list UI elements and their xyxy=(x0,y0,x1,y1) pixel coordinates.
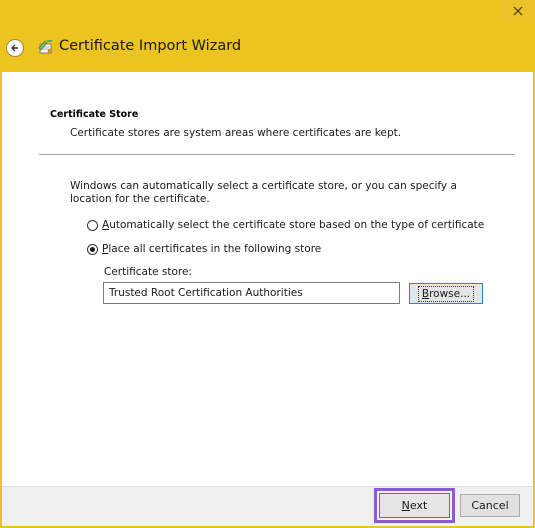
radio-auto-label: Automatically select the certificate sto… xyxy=(102,219,485,231)
back-button[interactable] xyxy=(6,39,24,57)
cancel-button[interactable]: Cancel xyxy=(460,494,520,517)
browse-label: Browse... xyxy=(417,285,475,302)
info-text: Windows can automatically select a certi… xyxy=(70,180,457,205)
wizard-window: Certificate Import Wizard Certificate St… xyxy=(0,0,535,528)
wizard-content: Certificate Store Certificate stores are… xyxy=(2,72,533,486)
next-button[interactable]: Next xyxy=(379,493,450,518)
close-icon xyxy=(513,6,522,16)
certificate-store-label: Certificate store: xyxy=(104,266,192,278)
browse-button[interactable]: Browse... xyxy=(409,283,483,304)
section-description: Certificate stores are system areas wher… xyxy=(70,127,402,139)
radio-button-manual[interactable] xyxy=(87,243,98,255)
back-arrow-icon xyxy=(11,44,18,52)
radio-manual-label: Place all certificates in the following … xyxy=(102,243,322,255)
next-label: Next xyxy=(401,499,428,512)
radio-auto-select[interactable]: Automatically select the certificate sto… xyxy=(87,219,484,231)
divider xyxy=(39,154,514,155)
title-bar: Certificate Import Wizard xyxy=(0,0,535,72)
section-heading: Certificate Store xyxy=(50,109,139,120)
certificate-wizard-icon xyxy=(38,40,53,54)
window-title: Certificate Import Wizard xyxy=(59,38,242,54)
radio-place-in-store[interactable]: Place all certificates in the following … xyxy=(87,243,321,255)
radio-button-auto[interactable] xyxy=(87,219,98,231)
certificate-store-field[interactable]: Trusted Root Certification Authorities xyxy=(103,282,400,304)
radio-selected-dot xyxy=(90,246,95,252)
close-button[interactable] xyxy=(500,0,535,22)
